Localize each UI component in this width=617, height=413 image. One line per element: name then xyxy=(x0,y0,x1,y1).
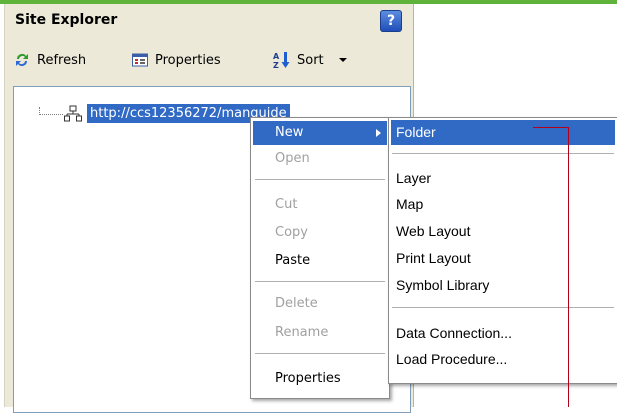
menu-item-open[interactable]: Open xyxy=(253,147,387,171)
submenu-item-label: Layer xyxy=(396,170,432,186)
properties-icon xyxy=(132,53,148,67)
new-submenu: Folder Layer Map Web Layout Print Layout… xyxy=(388,117,617,384)
menu-item-label: Properties xyxy=(275,371,341,386)
submenu-item-symbol-library[interactable]: Symbol Library xyxy=(391,273,615,298)
menu-separator xyxy=(392,307,614,308)
submenu-item-label: Load Procedure... xyxy=(396,351,508,367)
callout-line xyxy=(568,127,569,407)
context-menu: New Open Cut Copy Paste Delete Rename Pr… xyxy=(250,117,390,399)
submenu-item-data-connection[interactable]: Data Connection... xyxy=(391,321,615,346)
menu-separator xyxy=(255,353,385,354)
help-button[interactable]: ? xyxy=(380,10,402,32)
menu-item-label: New xyxy=(275,125,304,140)
menu-item-label: Paste xyxy=(275,253,311,268)
submenu-item-label: Data Connection... xyxy=(396,325,512,341)
help-icon: ? xyxy=(386,13,396,29)
menu-item-paste[interactable]: Paste xyxy=(253,249,387,273)
submenu-item-map[interactable]: Map xyxy=(391,192,615,217)
menu-item-rename[interactable]: Rename xyxy=(253,321,387,345)
submenu-item-web-layout[interactable]: Web Layout xyxy=(391,219,615,244)
svg-text:Z: Z xyxy=(273,61,279,69)
submenu-item-label: Print Layout xyxy=(396,250,471,266)
sort-label: Sort xyxy=(297,52,324,68)
svg-text:A: A xyxy=(273,52,280,61)
submenu-item-print-layout[interactable]: Print Layout xyxy=(391,246,615,271)
menu-item-label: Copy xyxy=(275,225,308,240)
toolbar: Refresh Properties A Z Sort xyxy=(13,48,408,72)
menu-item-label: Delete xyxy=(275,296,318,311)
menu-separator xyxy=(255,179,385,180)
menu-item-properties[interactable]: Properties xyxy=(253,367,387,391)
sort-dropdown-icon[interactable] xyxy=(338,55,348,65)
sort-button[interactable]: A Z Sort xyxy=(273,48,348,72)
refresh-icon xyxy=(16,53,28,66)
submenu-item-label: Web Layout xyxy=(396,223,471,239)
submenu-arrow-icon xyxy=(376,129,381,137)
submenu-item-folder[interactable]: Folder xyxy=(391,120,615,145)
network-site-icon xyxy=(64,105,82,122)
menu-item-label: Cut xyxy=(275,197,298,212)
submenu-item-label: Symbol Library xyxy=(396,277,490,293)
menu-separator xyxy=(392,153,614,154)
tree-connector xyxy=(39,114,63,115)
callout-line xyxy=(533,127,568,128)
menu-item-delete[interactable]: Delete xyxy=(253,292,387,316)
menu-item-label: Rename xyxy=(275,325,329,340)
properties-button[interactable]: Properties xyxy=(131,48,221,72)
submenu-item-load-procedure[interactable]: Load Procedure... xyxy=(391,347,615,372)
panel-title: Site Explorer xyxy=(15,12,118,28)
properties-label: Properties xyxy=(155,52,221,68)
submenu-item-layer[interactable]: Layer xyxy=(391,166,615,191)
refresh-button[interactable]: Refresh xyxy=(13,48,86,72)
menu-separator xyxy=(255,281,385,282)
submenu-item-label: Folder xyxy=(396,124,436,140)
submenu-item-label: Map xyxy=(396,196,424,212)
menu-item-new[interactable]: New xyxy=(253,121,387,145)
menu-item-cut[interactable]: Cut xyxy=(253,193,387,217)
refresh-label: Refresh xyxy=(37,52,87,68)
menu-item-copy[interactable]: Copy xyxy=(253,221,387,245)
menu-item-label: Open xyxy=(275,151,310,166)
sort-icon: A Z xyxy=(273,52,290,69)
